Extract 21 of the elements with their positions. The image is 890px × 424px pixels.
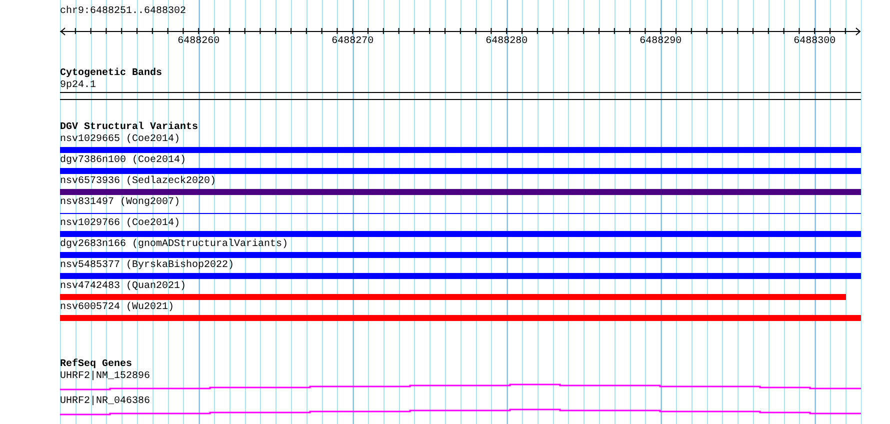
ruler-tick-label: 6488280: [486, 36, 528, 48]
track-title: DGV Structural Variants: [60, 122, 200, 134]
variant-label: nsv1029665 (Coe2014): [60, 134, 180, 146]
variant-label: dgv7386n100 (Coe2014): [60, 155, 186, 167]
variant-label: nsv831497 (Wong2007): [60, 197, 180, 209]
track-title: RefSeq Genes: [60, 359, 134, 370]
variant-label: nsv1029766 (Coe2014): [60, 218, 180, 230]
ruler-tick-label: 6488290: [640, 36, 682, 48]
variant-label: nsv6573936 (Sedlazeck2020): [60, 176, 216, 188]
gene-label: UHRF2|NR_046386: [60, 396, 150, 408]
ruler-tick-label: 6488270: [332, 36, 374, 48]
ruler-tick-label: 6488300: [794, 36, 836, 48]
region-label: chr9:6488251..6488302: [60, 6, 186, 18]
variant-label: dgv2683n166 (gnomADStructuralVariants): [60, 239, 288, 251]
gene-label: UHRF2|NM_152896: [60, 371, 150, 383]
ruler-tick-label: 6488260: [178, 36, 220, 48]
variant-label: nsv6005724 (Wu2021): [60, 302, 174, 314]
track-title: Cytogenetic Bands: [60, 68, 164, 80]
variant-label: nsv5485377 (ByrskaBishop2022): [60, 260, 234, 272]
variant-label: nsv4742483 (Quan2021): [60, 281, 186, 293]
band-label: 9p24.1: [60, 80, 96, 92]
